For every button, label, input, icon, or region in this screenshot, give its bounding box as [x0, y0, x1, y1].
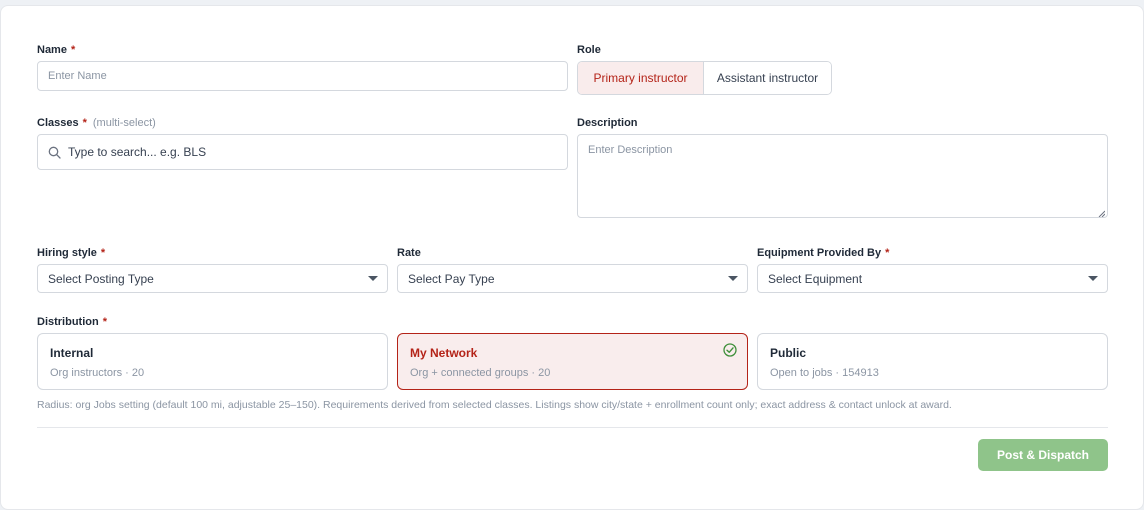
distribution-label-text: Distribution: [37, 316, 99, 328]
distribution-option-public[interactable]: Public Open to jobs · 154913: [757, 333, 1108, 390]
equipment-label-text: Equipment Provided By: [757, 247, 882, 259]
divider: [37, 427, 1108, 428]
distribution-option-subtitle: Open to jobs · 154913: [770, 367, 879, 379]
hiring-style-select[interactable]: Select Posting Type: [37, 264, 388, 293]
classes-hint: (multi-select): [92, 117, 156, 129]
name-label: Name *: [37, 44, 75, 56]
role-segmented-control: Primary instructor Assistant instructor: [577, 61, 832, 95]
hiring-style-label-text: Hiring style: [37, 247, 97, 259]
equipment-value: Select Equipment: [768, 271, 863, 286]
required-marker: *: [885, 247, 890, 259]
description-textarea[interactable]: Enter Description: [577, 134, 1108, 218]
classes-search-input[interactable]: Type to search... e.g. BLS: [37, 134, 568, 170]
description-placeholder: Enter Description: [588, 144, 673, 156]
classes-placeholder: Type to search... e.g. BLS: [68, 145, 207, 159]
hiring-style-label: Hiring style *: [37, 247, 105, 259]
chevron-down-icon: [368, 276, 378, 281]
chevron-down-icon: [728, 276, 738, 281]
name-label-text: Name: [37, 44, 67, 56]
required-marker: *: [82, 117, 87, 129]
distribution-option-subtitle: Org + connected groups · 20: [410, 367, 551, 379]
post-and-dispatch-button[interactable]: Post & Dispatch: [978, 439, 1108, 471]
role-option-assistant-instructor[interactable]: Assistant instructor: [704, 62, 831, 94]
distribution-option-subtitle: Org instructors · 20: [50, 367, 145, 379]
distribution-option-internal[interactable]: Internal Org instructors · 20: [37, 333, 388, 390]
name-placeholder: Enter Name: [48, 70, 107, 82]
distribution-option-title: Public: [770, 346, 807, 360]
required-marker: *: [70, 44, 76, 56]
distribution-label: Distribution *: [37, 316, 107, 328]
rate-label-text: Rate: [397, 247, 421, 259]
name-input[interactable]: Enter Name: [37, 61, 568, 91]
hiring-style-value: Select Posting Type: [48, 271, 154, 286]
required-marker: *: [102, 316, 107, 328]
role-option-primary-instructor[interactable]: Primary instructor: [578, 62, 704, 94]
rate-label: Rate: [397, 247, 421, 259]
description-label: Description: [577, 117, 638, 129]
distribution-option-title: My Network: [410, 346, 478, 360]
equipment-label: Equipment Provided By *: [757, 247, 889, 259]
role-label-text: Role: [577, 44, 601, 56]
search-icon: [48, 146, 61, 159]
classes-label: Classes * (multi-select): [37, 117, 156, 129]
chevron-down-icon: [1088, 276, 1098, 281]
distribution-option-title: Internal: [50, 346, 94, 360]
check-circle-icon: [723, 343, 737, 362]
distribution-note: Radius: org Jobs setting (default 100 mi…: [37, 399, 952, 411]
rate-select[interactable]: Select Pay Type: [397, 264, 748, 293]
rate-value: Select Pay Type: [408, 271, 495, 286]
distribution-option-my-network[interactable]: My Network Org + connected groups · 20: [397, 333, 748, 390]
equipment-select[interactable]: Select Equipment: [757, 264, 1108, 293]
job-post-form-card: Name * Enter Name Role Primary instructor…: [0, 5, 1144, 510]
role-label: Role: [577, 44, 601, 56]
description-label-text: Description: [577, 117, 638, 129]
required-marker: *: [100, 247, 106, 259]
resize-handle-icon[interactable]: [1098, 208, 1106, 218]
classes-label-text: Classes: [37, 117, 79, 129]
